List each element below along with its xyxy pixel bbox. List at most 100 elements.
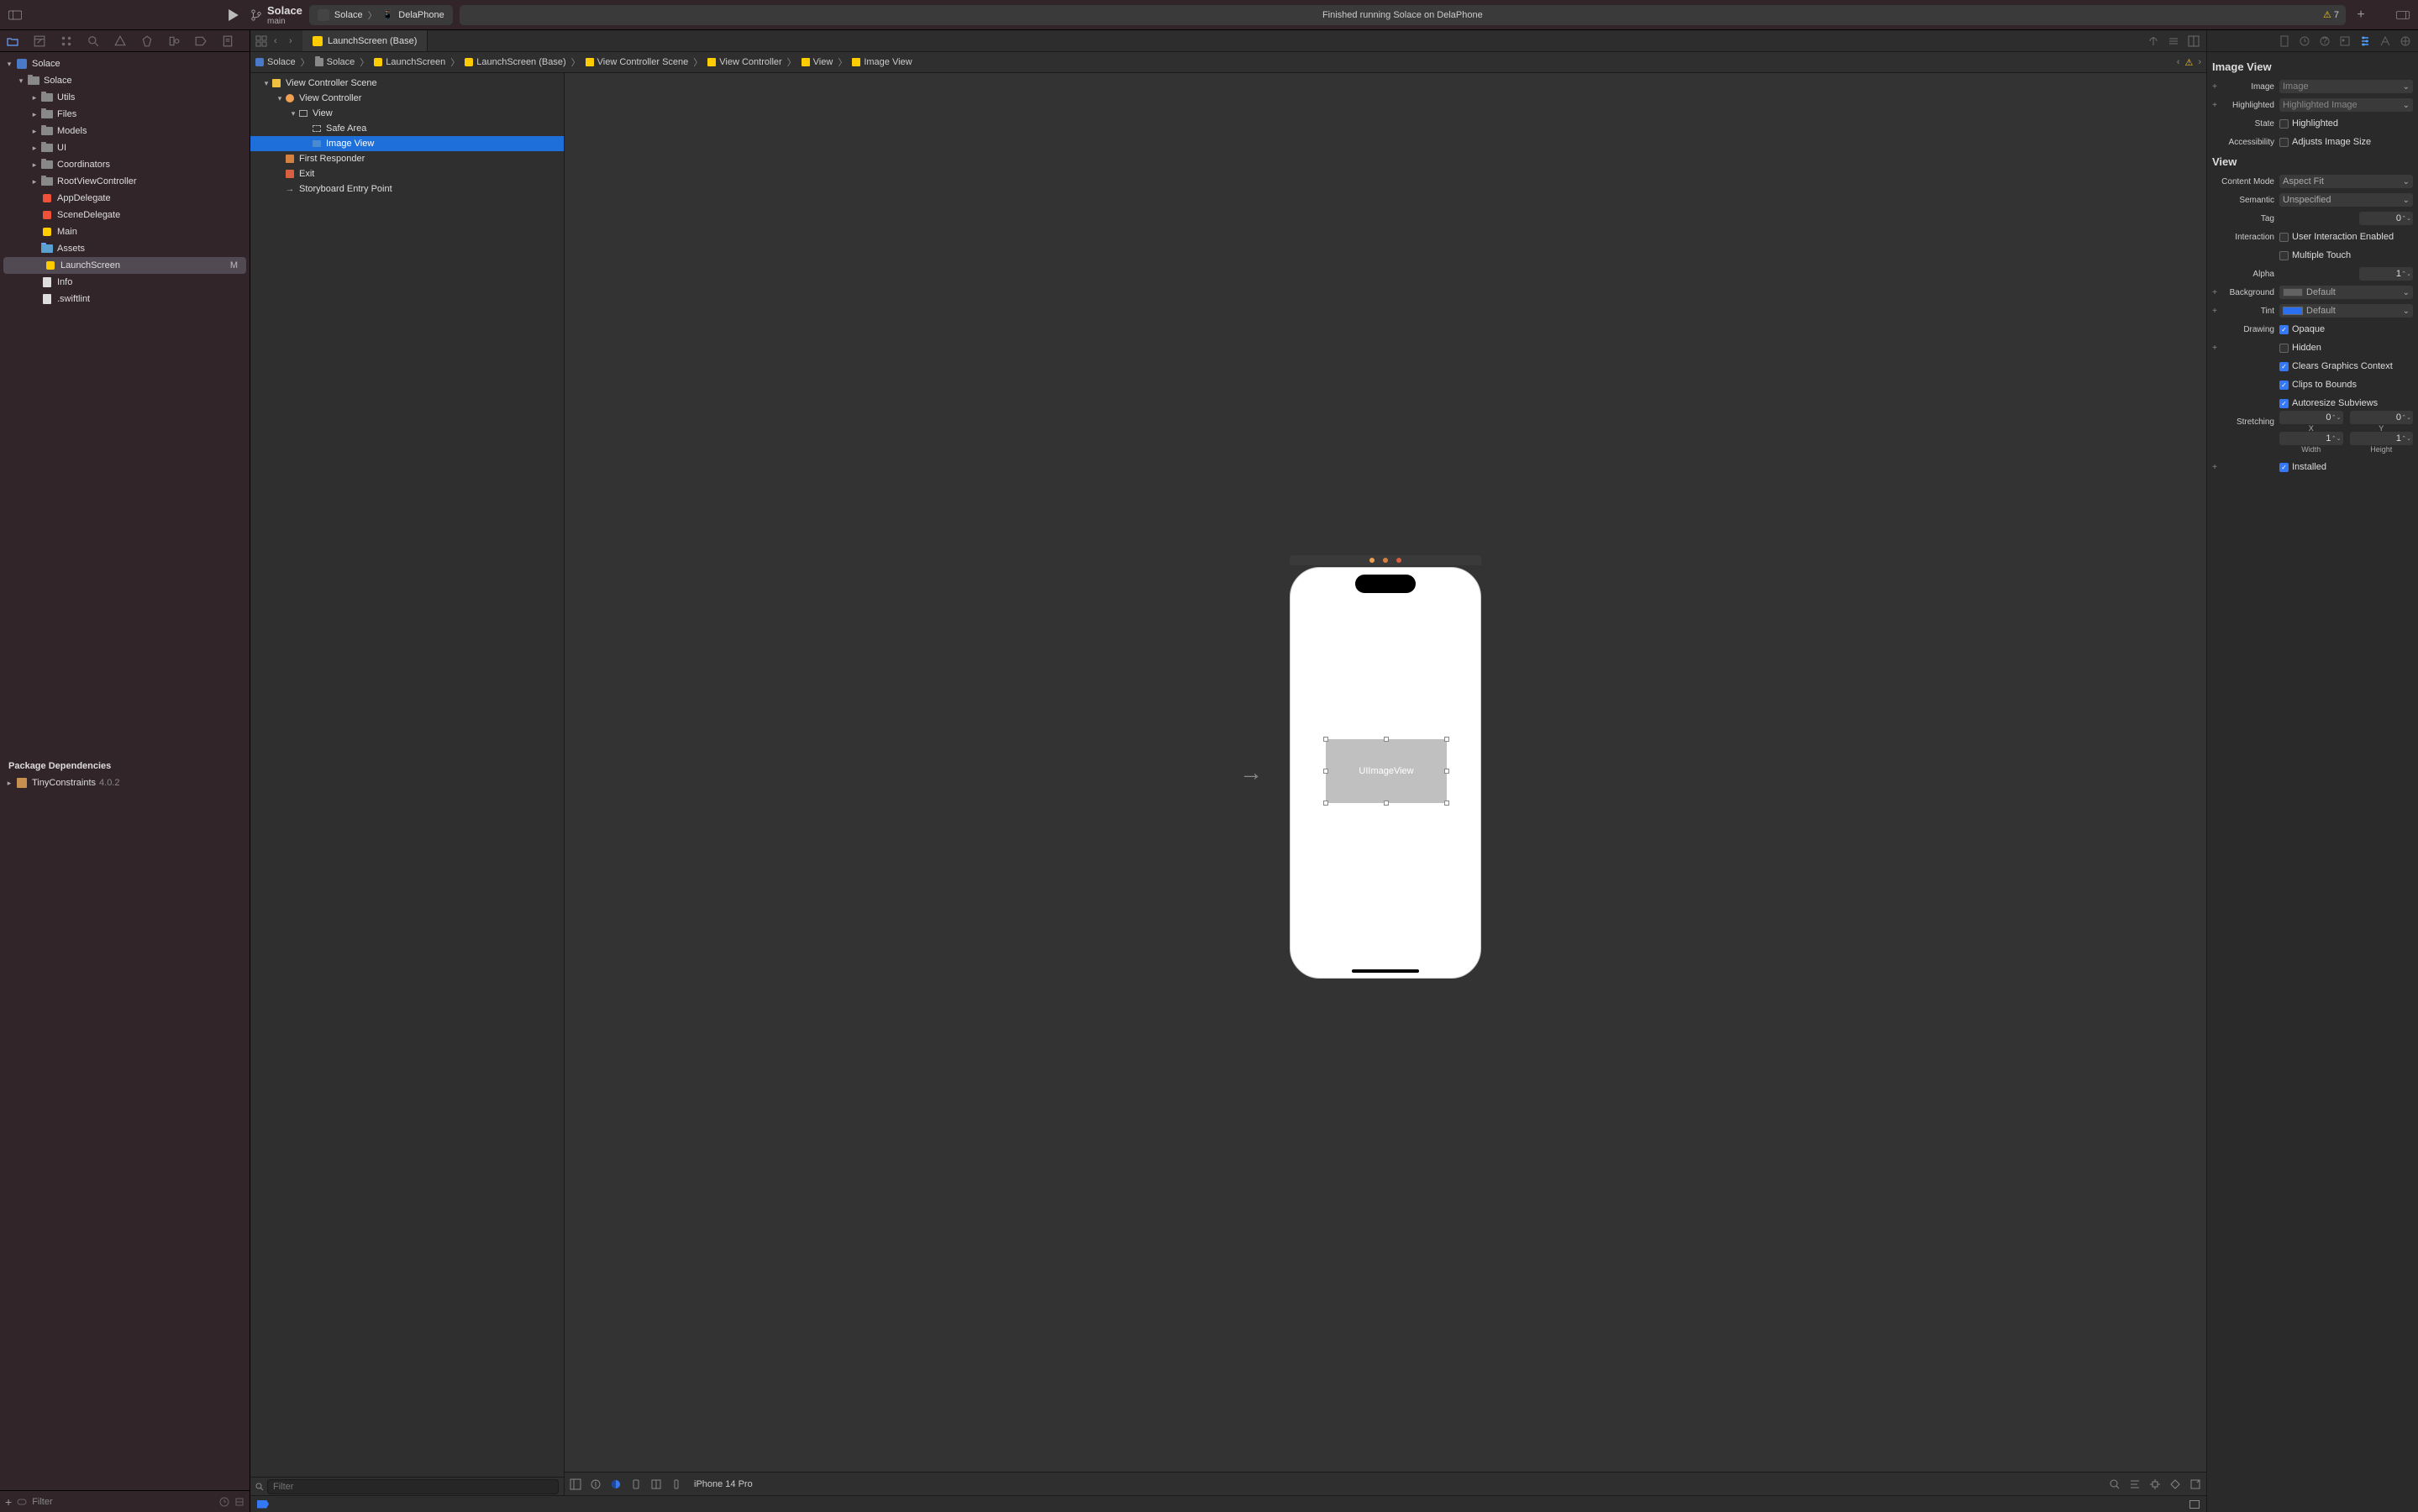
test-navigator-icon[interactable] — [141, 35, 153, 47]
source-control-navigator-icon[interactable] — [34, 35, 45, 47]
orientation-icon[interactable] — [630, 1478, 642, 1490]
tint-select[interactable]: Default — [2279, 304, 2413, 318]
hidden-checkbox[interactable] — [2279, 344, 2289, 353]
appearance-icon[interactable]: i — [590, 1478, 602, 1490]
adjust-editor-icon[interactable] — [2147, 35, 2159, 47]
outline-toggle-icon[interactable] — [570, 1478, 581, 1490]
vc-dock-icon[interactable] — [1369, 558, 1375, 563]
file-inspector-icon[interactable] — [2279, 35, 2290, 47]
tree-row[interactable]: .swiftlint — [0, 291, 250, 307]
scm-filter-icon[interactable] — [234, 1497, 244, 1507]
tree-row[interactable]: ▸RootViewController — [0, 173, 250, 190]
tree-row[interactable]: AppDelegate — [0, 190, 250, 207]
outline-tree[interactable]: ▾View Controller Scene▾View Controller▾V… — [250, 73, 564, 1477]
stretch-h-field[interactable]: 1 — [2350, 432, 2414, 445]
alpha-field[interactable]: 1 — [2359, 267, 2413, 281]
back-button[interactable]: ‹ — [274, 36, 282, 46]
jump-next-button[interactable]: › — [2198, 57, 2201, 67]
issue-navigator-icon[interactable] — [114, 35, 126, 47]
jump-crumb[interactable]: LaunchScreen〉 — [374, 55, 461, 69]
tree-row[interactable]: ▸Files — [0, 106, 250, 123]
sidebar-toggle-icon[interactable] — [7, 7, 24, 24]
tree-row[interactable]: Assets — [0, 240, 250, 257]
related-items-icon[interactable] — [255, 35, 267, 47]
editor-options-icon[interactable] — [2168, 35, 2179, 47]
exit-dock-icon[interactable] — [1396, 558, 1401, 563]
run-button[interactable] — [223, 5, 244, 25]
multiple-touch-checkbox[interactable] — [2279, 251, 2289, 260]
navigator-filter-input[interactable] — [32, 1497, 214, 1507]
highlighted-field[interactable]: Highlighted Image — [2279, 98, 2413, 112]
accessibility-adjusts-checkbox[interactable] — [2279, 138, 2289, 147]
outline-row[interactable]: →Storyboard Entry Point — [250, 181, 564, 197]
clock-icon[interactable] — [219, 1497, 229, 1507]
project-navigator-icon[interactable] — [7, 35, 18, 47]
debug-navigator-icon[interactable] — [168, 35, 180, 47]
report-navigator-icon[interactable] — [222, 35, 234, 47]
stretch-w-field[interactable]: 1 — [2279, 432, 2343, 445]
breakpoint-toggle-icon[interactable] — [257, 1500, 269, 1509]
scene-dock[interactable] — [1290, 555, 1481, 565]
tag-field[interactable]: 0 — [2359, 212, 2413, 225]
background-select[interactable]: Default — [2279, 286, 2413, 299]
add-tab-button[interactable]: + — [2352, 7, 2369, 24]
outline-row[interactable]: ▾View Controller Scene — [250, 76, 564, 91]
jump-crumb[interactable]: View Controller〉 — [707, 55, 797, 69]
tree-row[interactable]: SceneDelegate — [0, 207, 250, 223]
outline-row[interactable]: First Responder — [250, 151, 564, 166]
outline-row[interactable]: ▾View Controller — [250, 91, 564, 106]
tree-row[interactable]: Info — [0, 274, 250, 291]
pin-icon[interactable] — [2149, 1478, 2161, 1490]
add-highlighted-attr-button[interactable]: + — [2210, 101, 2219, 110]
tree-row[interactable]: ▸Coordinators — [0, 156, 250, 173]
installed-checkbox[interactable]: ✓ — [2279, 463, 2289, 472]
add-tint-attr-button[interactable]: + — [2210, 307, 2219, 316]
package-row[interactable]: ▸ TinyConstraints 4.0.2 — [0, 774, 250, 791]
device-name-label[interactable]: iPhone 14 Pro — [694, 1479, 753, 1489]
tree-row[interactable]: ▾Solace — [0, 72, 250, 89]
jump-crumb[interactable]: View〉 — [802, 55, 849, 69]
user-interaction-checkbox[interactable] — [2279, 233, 2289, 242]
jump-prev-button[interactable]: ‹ — [2177, 57, 2180, 67]
resolve-icon[interactable] — [2169, 1478, 2181, 1490]
tree-row[interactable]: ▸Models — [0, 123, 250, 139]
tree-row[interactable]: ▾Solace — [0, 55, 250, 72]
history-inspector-icon[interactable] — [2299, 35, 2310, 47]
device-type-icon[interactable] — [670, 1478, 682, 1490]
stretch-x-field[interactable]: 0 — [2279, 411, 2343, 424]
layout-icon[interactable] — [650, 1478, 662, 1490]
zoom-icon[interactable] — [2109, 1478, 2121, 1490]
add-button[interactable]: + — [5, 1495, 12, 1509]
forward-button[interactable]: › — [289, 36, 297, 46]
align-icon[interactable] — [2129, 1478, 2141, 1490]
outline-row[interactable]: Image View — [250, 136, 564, 151]
add-drawing-attr-button[interactable]: + — [2210, 344, 2219, 353]
jump-crumb[interactable]: Image View — [852, 57, 912, 67]
add-installed-attr-button[interactable]: + — [2210, 463, 2219, 472]
breakpoint-navigator-icon[interactable] — [195, 35, 207, 47]
library-panels-icon[interactable] — [2394, 7, 2411, 24]
outline-filter-input[interactable] — [267, 1479, 559, 1494]
size-inspector-icon[interactable] — [2379, 35, 2391, 47]
dark-mode-icon[interactable] — [610, 1478, 622, 1490]
interface-builder-canvas[interactable]: → UIImageView — [565, 73, 2206, 1472]
outline-row[interactable]: Safe Area — [250, 121, 564, 136]
find-navigator-icon[interactable] — [87, 35, 99, 47]
clears-context-checkbox[interactable]: ✓ — [2279, 362, 2289, 371]
embed-icon[interactable] — [2189, 1478, 2201, 1490]
image-field[interactable]: Image — [2279, 80, 2413, 93]
jump-crumb[interactable]: Solace〉 — [315, 55, 371, 69]
status-bar[interactable]: Finished running Solace on DelaPhone ⚠ 7 — [460, 5, 2346, 25]
help-inspector-icon[interactable]: ? — [2319, 35, 2331, 47]
jump-crumb[interactable]: Solace〉 — [255, 55, 312, 69]
connections-inspector-icon[interactable] — [2400, 35, 2411, 47]
first-responder-dock-icon[interactable] — [1383, 558, 1388, 563]
debug-console-toggle-icon[interactable] — [2189, 1500, 2200, 1509]
add-image-attr-button[interactable]: + — [2210, 82, 2219, 92]
project-tree[interactable]: ▾Solace▾Solace▸Utils▸Files▸Models▸UI▸Coo… — [0, 52, 250, 754]
add-background-attr-button[interactable]: + — [2210, 288, 2219, 297]
outline-row[interactable]: Exit — [250, 166, 564, 181]
identity-inspector-icon[interactable] — [2339, 35, 2351, 47]
autoresize-checkbox[interactable]: ✓ — [2279, 399, 2289, 408]
tab-launchscreen[interactable]: LaunchScreen (Base) — [302, 30, 428, 51]
